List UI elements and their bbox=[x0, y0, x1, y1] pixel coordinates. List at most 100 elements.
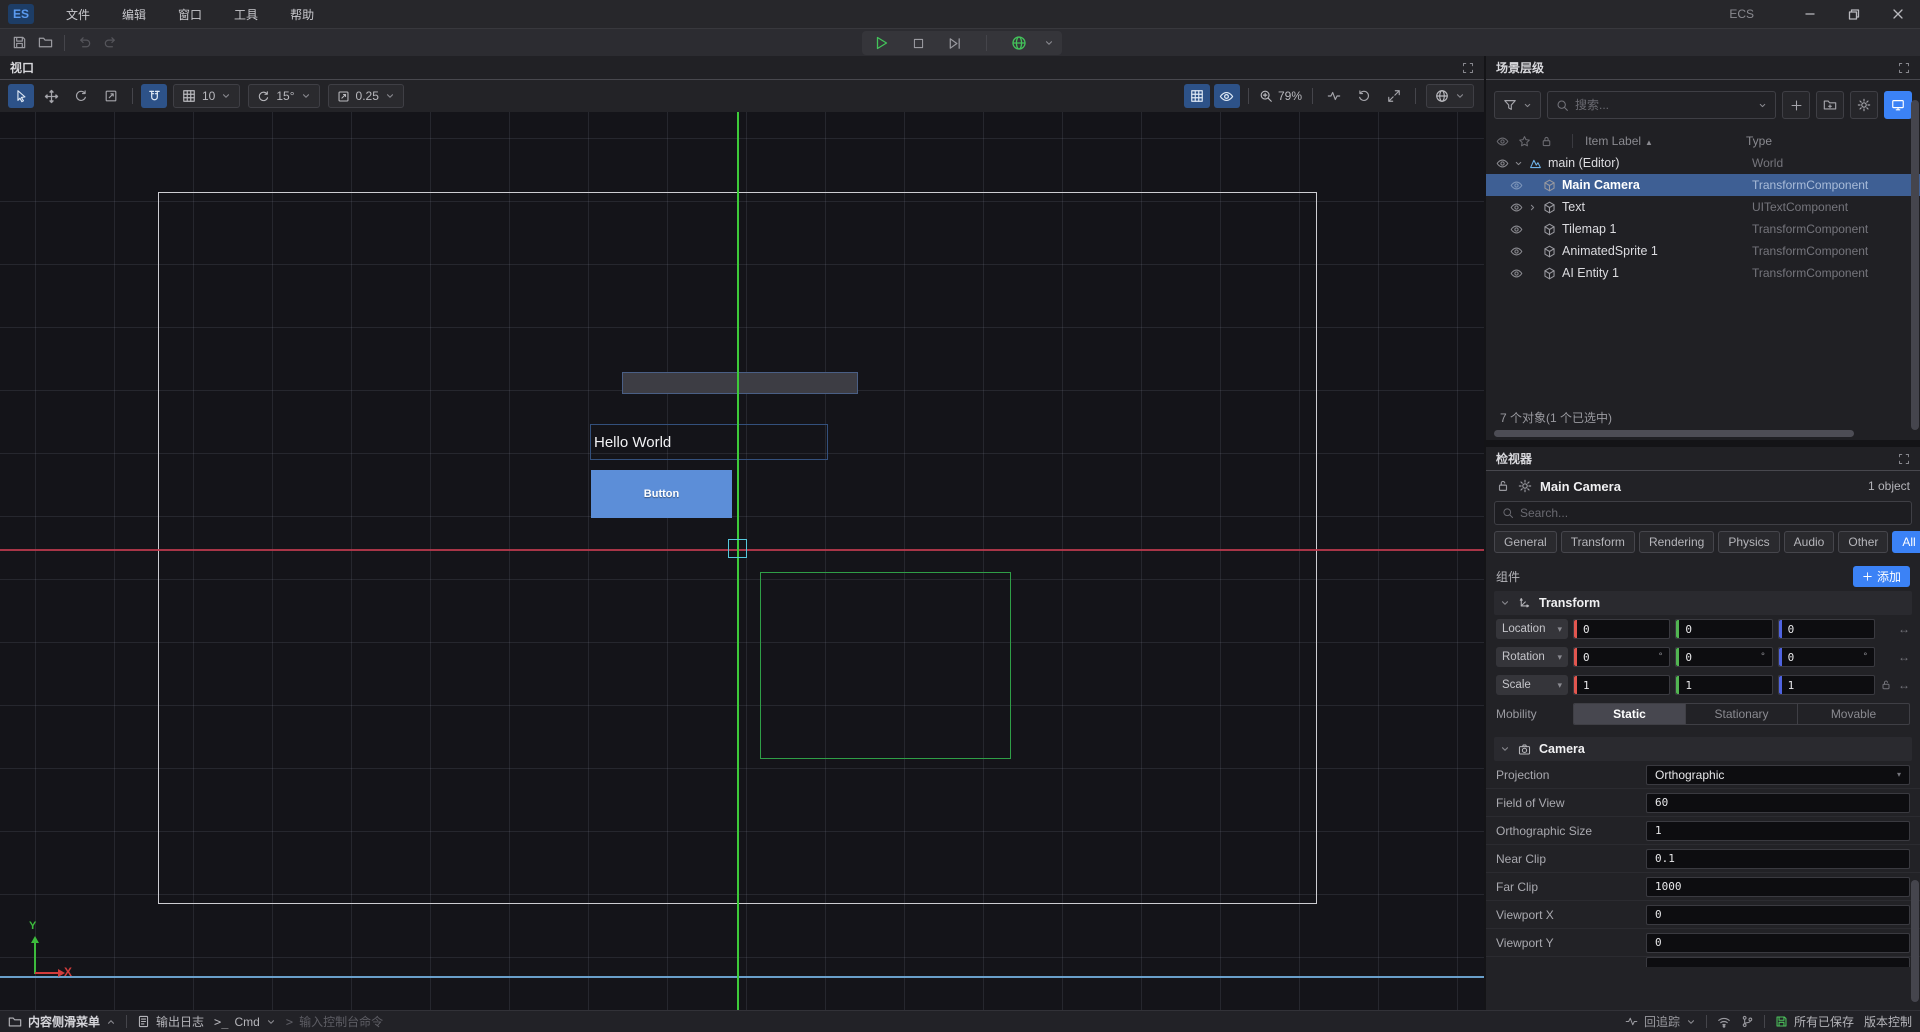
tab-general[interactable]: General bbox=[1494, 531, 1557, 553]
save-button[interactable] bbox=[6, 32, 32, 54]
mobility-movable[interactable]: Movable bbox=[1798, 704, 1909, 724]
stats-button[interactable] bbox=[1321, 84, 1347, 108]
platform-button[interactable] bbox=[1007, 32, 1030, 54]
location-dropdown[interactable]: Location▾ bbox=[1496, 619, 1568, 639]
world-dropdown[interactable] bbox=[1426, 84, 1474, 108]
app-logo[interactable]: ES bbox=[8, 4, 34, 24]
grid-snap-dropdown[interactable]: 10 bbox=[173, 84, 240, 108]
unlock-icon[interactable] bbox=[1496, 479, 1510, 493]
tab-transform[interactable]: Transform bbox=[1561, 531, 1635, 553]
far-clip-input[interactable]: 1000 bbox=[1646, 877, 1910, 897]
scene-canvas[interactable]: Hello World Button Y X bbox=[0, 112, 1484, 1010]
mobility-stationary[interactable]: Stationary bbox=[1686, 704, 1798, 724]
rotation-y-input[interactable]: 0° bbox=[1675, 647, 1772, 667]
viewport-x-input[interactable]: 0 bbox=[1646, 905, 1910, 925]
viewport-expand-button[interactable] bbox=[1462, 62, 1474, 74]
transform-section-header[interactable]: Transform bbox=[1494, 591, 1912, 615]
rotate-tool-button[interactable] bbox=[68, 84, 94, 108]
tab-rendering[interactable]: Rendering bbox=[1639, 531, 1714, 553]
eye-icon[interactable] bbox=[1510, 245, 1524, 258]
platform-chevron-icon[interactable] bbox=[1044, 38, 1054, 48]
tab-audio[interactable]: Audio bbox=[1784, 531, 1835, 553]
menu-help[interactable]: 帮助 bbox=[276, 2, 328, 27]
hierarchy-row-tilemap[interactable]: Tilemap 1 TransformComponent bbox=[1486, 218, 1920, 240]
select-tool-button[interactable] bbox=[8, 84, 34, 108]
rect-edit-tool-button[interactable] bbox=[98, 84, 124, 108]
view-mode-button[interactable] bbox=[1884, 91, 1912, 119]
gizmo-visibility-button[interactable] bbox=[1214, 84, 1240, 108]
move-tool-button[interactable] bbox=[38, 84, 64, 108]
hscrollbar-thumb[interactable] bbox=[1494, 430, 1854, 437]
network-status-icon[interactable] bbox=[1717, 1015, 1731, 1029]
column-item-label[interactable]: Item Label▲ bbox=[1572, 134, 1746, 148]
fullscreen-button[interactable] bbox=[1381, 84, 1407, 108]
hierarchy-expand-button[interactable] bbox=[1898, 62, 1910, 74]
menu-window[interactable]: 窗口 bbox=[164, 2, 216, 27]
field-of-view-input[interactable]: 60 bbox=[1646, 793, 1910, 813]
minimize-button[interactable] bbox=[1788, 0, 1832, 28]
reset-view-button[interactable] bbox=[1351, 84, 1377, 108]
trace-dropdown[interactable]: 回追踪 bbox=[1625, 1013, 1696, 1030]
eye-icon[interactable] bbox=[1496, 157, 1510, 170]
mobility-static[interactable]: Static bbox=[1574, 704, 1686, 724]
hierarchy-row-text[interactable]: Text UITextComponent bbox=[1486, 196, 1920, 218]
scene-button-widget[interactable]: Button bbox=[591, 470, 732, 518]
viewport-y-input[interactable]: 0 bbox=[1646, 933, 1910, 953]
menu-edit[interactable]: 编辑 bbox=[108, 2, 160, 27]
scene-text-widget[interactable]: Hello World bbox=[590, 424, 828, 460]
output-log-button[interactable]: 输出日志 bbox=[137, 1013, 204, 1030]
orthographic-size-input[interactable]: 1 bbox=[1646, 821, 1910, 841]
cmd-dropdown[interactable]: >_ Cmd bbox=[214, 1015, 276, 1029]
rotation-dropdown[interactable]: Rotation▾ bbox=[1496, 647, 1568, 667]
inspector-vscrollbar[interactable] bbox=[1911, 880, 1919, 1002]
inspector-search-input[interactable] bbox=[1520, 506, 1904, 520]
scale-snap-dropdown[interactable]: 0.25 bbox=[328, 84, 404, 108]
redo-button[interactable] bbox=[97, 32, 123, 54]
location-x-input[interactable]: 0 bbox=[1573, 619, 1670, 639]
reset-link-icon[interactable]: ↔ bbox=[1898, 650, 1910, 664]
content-drawer-button[interactable]: 内容侧滑菜单 bbox=[8, 1013, 116, 1030]
scene-slider-widget[interactable] bbox=[622, 372, 858, 394]
version-control-button[interactable]: 版本控制 bbox=[1864, 1013, 1912, 1030]
scale-dropdown[interactable]: Scale▾ bbox=[1496, 675, 1568, 695]
tab-all[interactable]: All bbox=[1892, 531, 1920, 553]
eye-icon[interactable] bbox=[1510, 179, 1524, 192]
hierarchy-row-animatedsprite[interactable]: AnimatedSprite 1 TransformComponent bbox=[1486, 240, 1920, 262]
inspector-expand-button[interactable] bbox=[1898, 453, 1910, 465]
source-control-icon[interactable] bbox=[1741, 1015, 1754, 1028]
projection-select[interactable]: Orthographic ▾ bbox=[1646, 765, 1910, 785]
partial-input[interactable] bbox=[1646, 957, 1910, 967]
reset-link-icon[interactable]: ↔ bbox=[1898, 678, 1910, 692]
rotation-snap-dropdown[interactable]: 15° bbox=[248, 84, 319, 108]
near-clip-input[interactable]: 0.1 bbox=[1646, 849, 1910, 869]
chevron-right-icon[interactable] bbox=[1524, 203, 1540, 212]
open-project-button[interactable] bbox=[32, 32, 58, 54]
scale-y-input[interactable]: 1 bbox=[1675, 675, 1772, 695]
hierarchy-settings-button[interactable] bbox=[1850, 91, 1878, 119]
camera-section-header[interactable]: Camera bbox=[1494, 737, 1912, 761]
unlock-icon[interactable] bbox=[1880, 679, 1892, 691]
console-command-input[interactable]: > 输入控制台命令 bbox=[286, 1013, 383, 1030]
filter-button[interactable] bbox=[1494, 91, 1541, 119]
new-folder-button[interactable] bbox=[1816, 91, 1844, 119]
gear-icon[interactable] bbox=[1518, 479, 1532, 493]
eye-icon[interactable] bbox=[1510, 201, 1524, 214]
add-component-button[interactable]: 添加 bbox=[1853, 566, 1910, 587]
hierarchy-hscrollbar[interactable] bbox=[1486, 428, 1920, 440]
location-z-input[interactable]: 0 bbox=[1778, 619, 1875, 639]
chevron-down-icon[interactable] bbox=[1510, 159, 1526, 168]
maximize-button[interactable] bbox=[1832, 0, 1876, 28]
scene-green-rect[interactable] bbox=[760, 572, 1011, 759]
save-status[interactable]: 所有已保存 bbox=[1775, 1013, 1854, 1030]
snap-toggle-button[interactable] bbox=[141, 84, 167, 108]
hierarchy-vscrollbar[interactable] bbox=[1911, 100, 1919, 430]
eye-icon[interactable] bbox=[1510, 223, 1524, 236]
play-button[interactable] bbox=[870, 32, 893, 54]
step-button[interactable] bbox=[944, 32, 967, 54]
eye-icon[interactable] bbox=[1510, 267, 1524, 280]
add-entity-button[interactable] bbox=[1782, 91, 1810, 119]
hierarchy-search-input[interactable] bbox=[1575, 98, 1752, 112]
rotation-z-input[interactable]: 0° bbox=[1778, 647, 1875, 667]
selection-square[interactable] bbox=[728, 539, 747, 558]
rotation-x-input[interactable]: 0° bbox=[1573, 647, 1670, 667]
